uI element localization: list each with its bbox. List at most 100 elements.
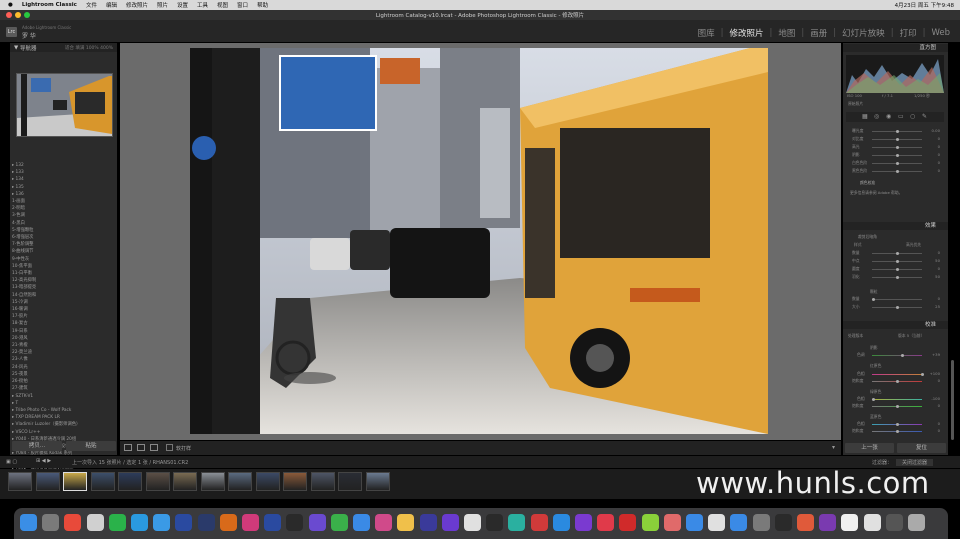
adjustment-slider[interactable] — [872, 154, 922, 157]
menu-clock[interactable]: 4月23日 周五 下午9:48 — [895, 1, 954, 9]
red-hue-value[interactable]: +100 — [926, 371, 940, 376]
finder-icon[interactable] — [20, 514, 37, 531]
preset-item[interactable]: 4-黑白 — [12, 220, 116, 227]
red-eye-icon[interactable]: ◉ — [886, 113, 891, 120]
notes-icon[interactable] — [841, 514, 859, 531]
photos-icon[interactable] — [397, 514, 415, 531]
shadows-tint-slider[interactable] — [872, 354, 922, 357]
preset-item[interactable]: ▸ VSCO Lr++ — [12, 429, 116, 436]
module-slideshow[interactable]: 幻灯片放映 — [842, 27, 885, 39]
slider-knob[interactable] — [896, 306, 899, 309]
qq-icon[interactable] — [131, 514, 148, 531]
red-sat-slider[interactable] — [872, 380, 922, 383]
blue-hue-slider[interactable] — [872, 423, 922, 426]
slider-value[interactable]: 0.00 — [926, 128, 940, 133]
adjustment-slider[interactable] — [872, 130, 922, 133]
adjustment-slider[interactable] — [872, 252, 922, 255]
slider-knob[interactable] — [896, 276, 899, 279]
before-after-icon[interactable] — [137, 444, 145, 451]
graduated-filter-icon[interactable]: ▭ — [898, 113, 904, 120]
slider-value[interactable]: 0 — [926, 160, 940, 165]
netease-music-icon[interactable] — [619, 514, 637, 531]
app-12-icon[interactable] — [686, 514, 703, 531]
blue-hue-value[interactable]: 0 — [926, 421, 940, 426]
copy-settings-button[interactable]: 拷贝... — [12, 441, 62, 451]
preset-item[interactable]: 6-增强层次 — [12, 234, 116, 241]
filmstrip-thumbnail[interactable] — [118, 472, 142, 491]
preset-item[interactable]: ▸ 135 — [12, 184, 116, 191]
app-8-icon[interactable] — [530, 514, 548, 531]
adjustment-slider[interactable] — [872, 268, 922, 271]
module-library[interactable]: 图库 — [698, 27, 715, 39]
preset-item[interactable]: 5-增强颗粒 — [12, 227, 116, 234]
preset-item[interactable]: 26-街拍 — [12, 378, 116, 385]
filmstrip-thumbnail[interactable] — [145, 472, 170, 491]
process-version-value[interactable]: 版本 5（当前） — [898, 333, 924, 339]
preset-item[interactable]: 1-画面 — [12, 198, 116, 205]
music-icon[interactable] — [597, 514, 615, 531]
app-3-icon[interactable] — [353, 514, 370, 531]
chrome-icon[interactable] — [64, 514, 82, 531]
app-5-icon[interactable] — [419, 514, 437, 531]
green-hue-value[interactable]: -100 — [926, 396, 940, 401]
preset-item[interactable]: ▸ 133 — [12, 169, 116, 176]
filmstrip-thumbnail[interactable] — [8, 472, 32, 491]
preset-item[interactable]: 23-人像 — [12, 356, 116, 363]
original-photo-checkbox[interactable]: 原始照片 — [848, 101, 863, 107]
app-13-icon[interactable] — [708, 514, 726, 531]
filmstrip-source-info[interactable]: 上一次导入 15 张照片 / 选定 1 张 / RHANS01.CR2 — [72, 459, 188, 466]
slider-knob[interactable] — [896, 252, 899, 255]
brush-icon[interactable]: ✎ — [922, 113, 927, 120]
slider-value[interactable]: 0 — [926, 250, 940, 255]
menu-view[interactable]: 视图 — [217, 1, 228, 9]
imovie-icon[interactable] — [441, 514, 459, 531]
final-cut-icon[interactable] — [486, 514, 504, 531]
filmstrip-thumbnail[interactable] — [255, 472, 280, 491]
filmstrip-thumbnail[interactable] — [173, 472, 197, 491]
app-9-icon[interactable] — [575, 514, 592, 531]
previous-button[interactable]: 上一张 — [845, 443, 894, 453]
effects-header[interactable]: 效果 — [843, 222, 948, 230]
filmstrip-thumbnail[interactable] — [228, 472, 252, 491]
adjustment-slider[interactable] — [872, 306, 922, 309]
adjustment-slider[interactable] — [872, 162, 922, 165]
preset-item[interactable]: 8-曲线调节 — [12, 248, 116, 255]
vignette-style-value[interactable]: 高光优先 — [906, 242, 921, 248]
system-prefs-icon[interactable] — [752, 514, 770, 531]
app-6-icon[interactable] — [464, 514, 481, 531]
navigator-header[interactable]: ▼ 导航器 适合 填满 100% 400% — [10, 43, 117, 52]
app-11-icon[interactable] — [663, 514, 681, 531]
slider-value[interactable]: 0 — [926, 296, 940, 301]
onenote-icon[interactable] — [819, 514, 837, 531]
preset-item[interactable]: 17-胶片 — [12, 313, 116, 320]
filmstrip-secondary-display-icon[interactable]: ▣ ▢ — [6, 459, 17, 465]
menu-file[interactable]: 文件 — [86, 1, 97, 9]
minimize-window-icon[interactable] — [15, 12, 21, 18]
slider-knob[interactable] — [896, 162, 899, 165]
lightroom-icon[interactable] — [197, 514, 215, 531]
right-panel-scrollbar[interactable] — [951, 360, 954, 440]
app-icon[interactable] — [86, 514, 104, 531]
downloads-icon[interactable] — [885, 514, 903, 531]
apple-icon[interactable]: ● — [8, 2, 13, 8]
preset-item[interactable]: ▸ Vladimir Luzoler（摄影师调色） — [12, 421, 116, 428]
slider-value[interactable]: 25 — [926, 304, 940, 309]
menu-tools[interactable]: 工具 — [197, 1, 208, 9]
slider-knob[interactable] — [896, 146, 899, 149]
adjustment-slider[interactable] — [872, 146, 922, 149]
module-develop[interactable]: 修改照片 — [730, 27, 764, 39]
paste-settings-button[interactable]: 粘贴 — [66, 441, 116, 451]
slider-knob[interactable] — [896, 138, 899, 141]
preset-item[interactable]: 3-色调 — [12, 212, 116, 219]
preset-item[interactable]: ▸ Tribe Photo Co - Wolf Pack — [12, 407, 116, 414]
preset-item[interactable]: ▸ 134 — [12, 176, 116, 183]
preset-item[interactable]: ▸ 136 — [12, 191, 116, 198]
slider-value[interactable]: 0 — [926, 152, 940, 157]
loupe-view-icon[interactable] — [124, 444, 132, 451]
module-print[interactable]: 打印 — [900, 27, 917, 39]
slider-knob[interactable] — [896, 170, 899, 173]
menu-window[interactable]: 窗口 — [237, 1, 248, 9]
adjustment-slider[interactable] — [872, 170, 922, 173]
preset-item[interactable]: 20-港风 — [12, 335, 116, 342]
slider-knob[interactable] — [872, 298, 875, 301]
